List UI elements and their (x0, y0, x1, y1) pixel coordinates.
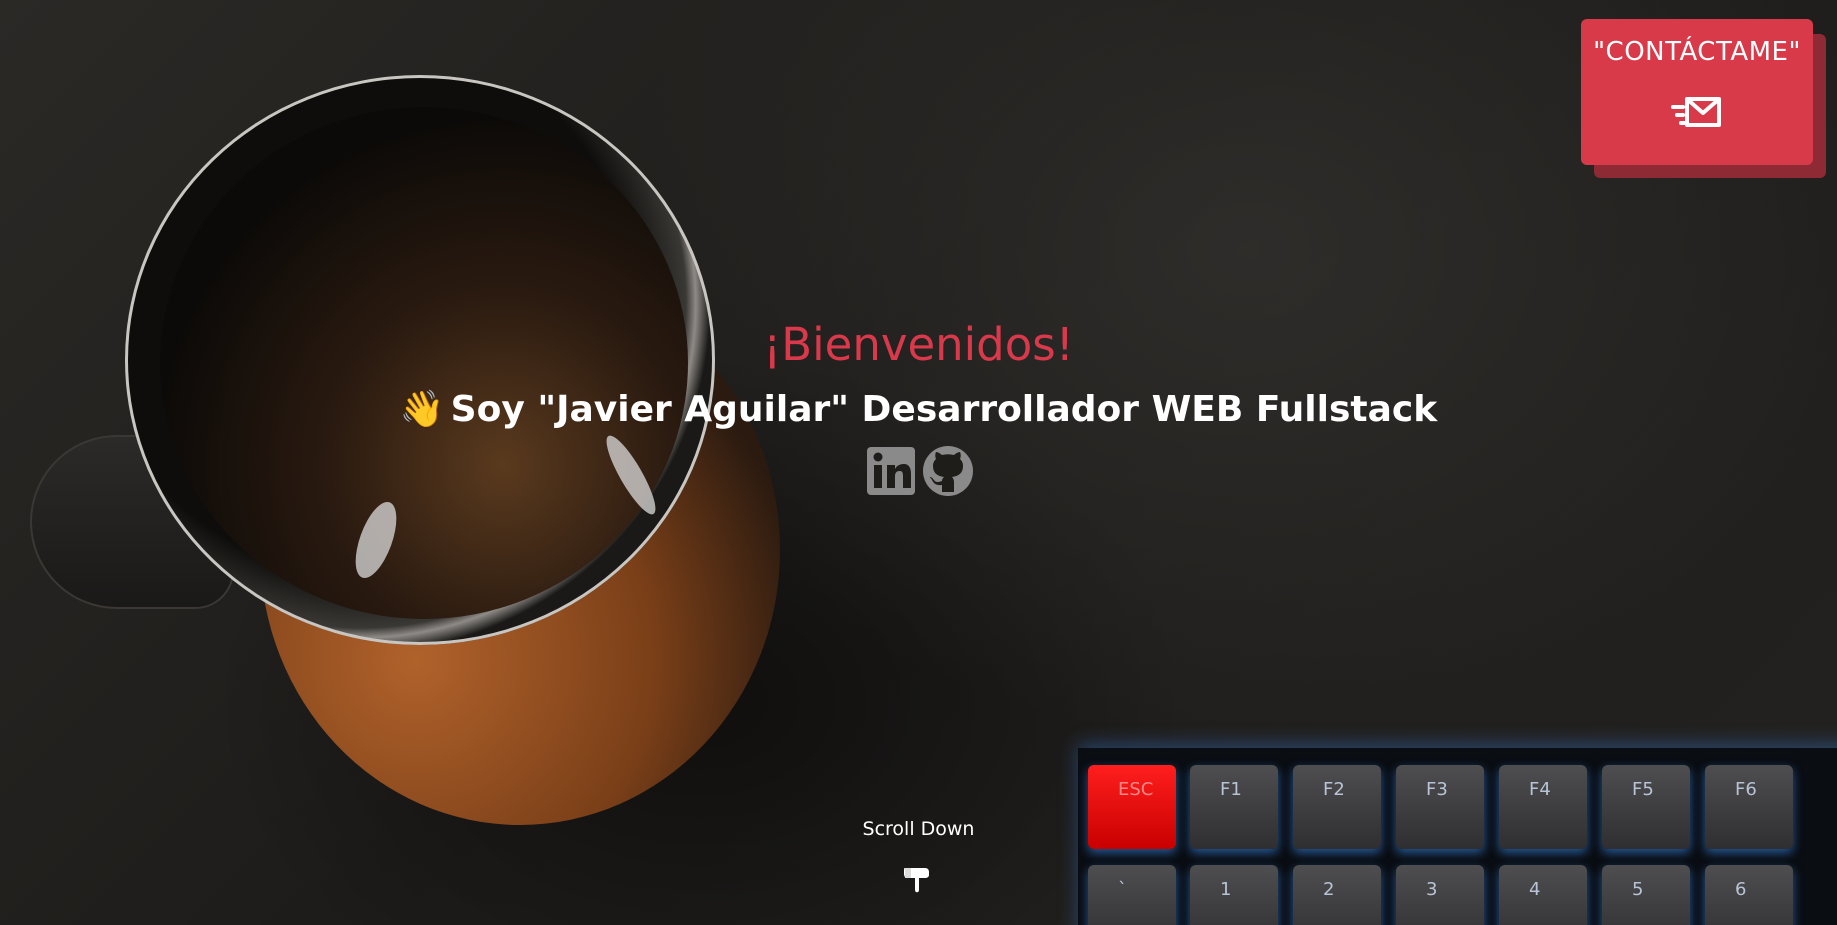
contact-button[interactable]: "CONTÁCTAME" (1581, 19, 1813, 165)
key-1: 1 (1190, 865, 1278, 925)
key-5: 5 (1602, 865, 1690, 925)
intro-text: Soy "Javier Aguilar" Desarrollador WEB F… (450, 389, 1438, 430)
pointing-down-hand-icon[interactable] (899, 862, 935, 898)
key-3: 3 (1396, 865, 1484, 925)
key-6: 6 (1705, 865, 1793, 925)
key-4: 4 (1499, 865, 1587, 925)
contact-button-label: "CONTÁCTAME" (1593, 37, 1801, 67)
github-icon[interactable] (922, 445, 974, 497)
hero-section: ESC F1 F2 F3 F4 F5 F6 ` 1 2 3 4 5 6 "CON… (0, 0, 1837, 925)
intro-subtitle: 👋 Soy "Javier Aguilar" Desarrollador WEB … (0, 388, 1837, 430)
key-2: 2 (1293, 865, 1381, 925)
scroll-down-label[interactable]: Scroll Down (0, 818, 1837, 840)
key-backtick: ` (1088, 865, 1176, 925)
linkedin-icon[interactable] (865, 445, 917, 497)
waving-hand-icon: 👋 (399, 389, 445, 430)
welcome-title: ¡Bienvenidos! (763, 318, 1074, 371)
send-mail-icon (1671, 97, 1721, 127)
